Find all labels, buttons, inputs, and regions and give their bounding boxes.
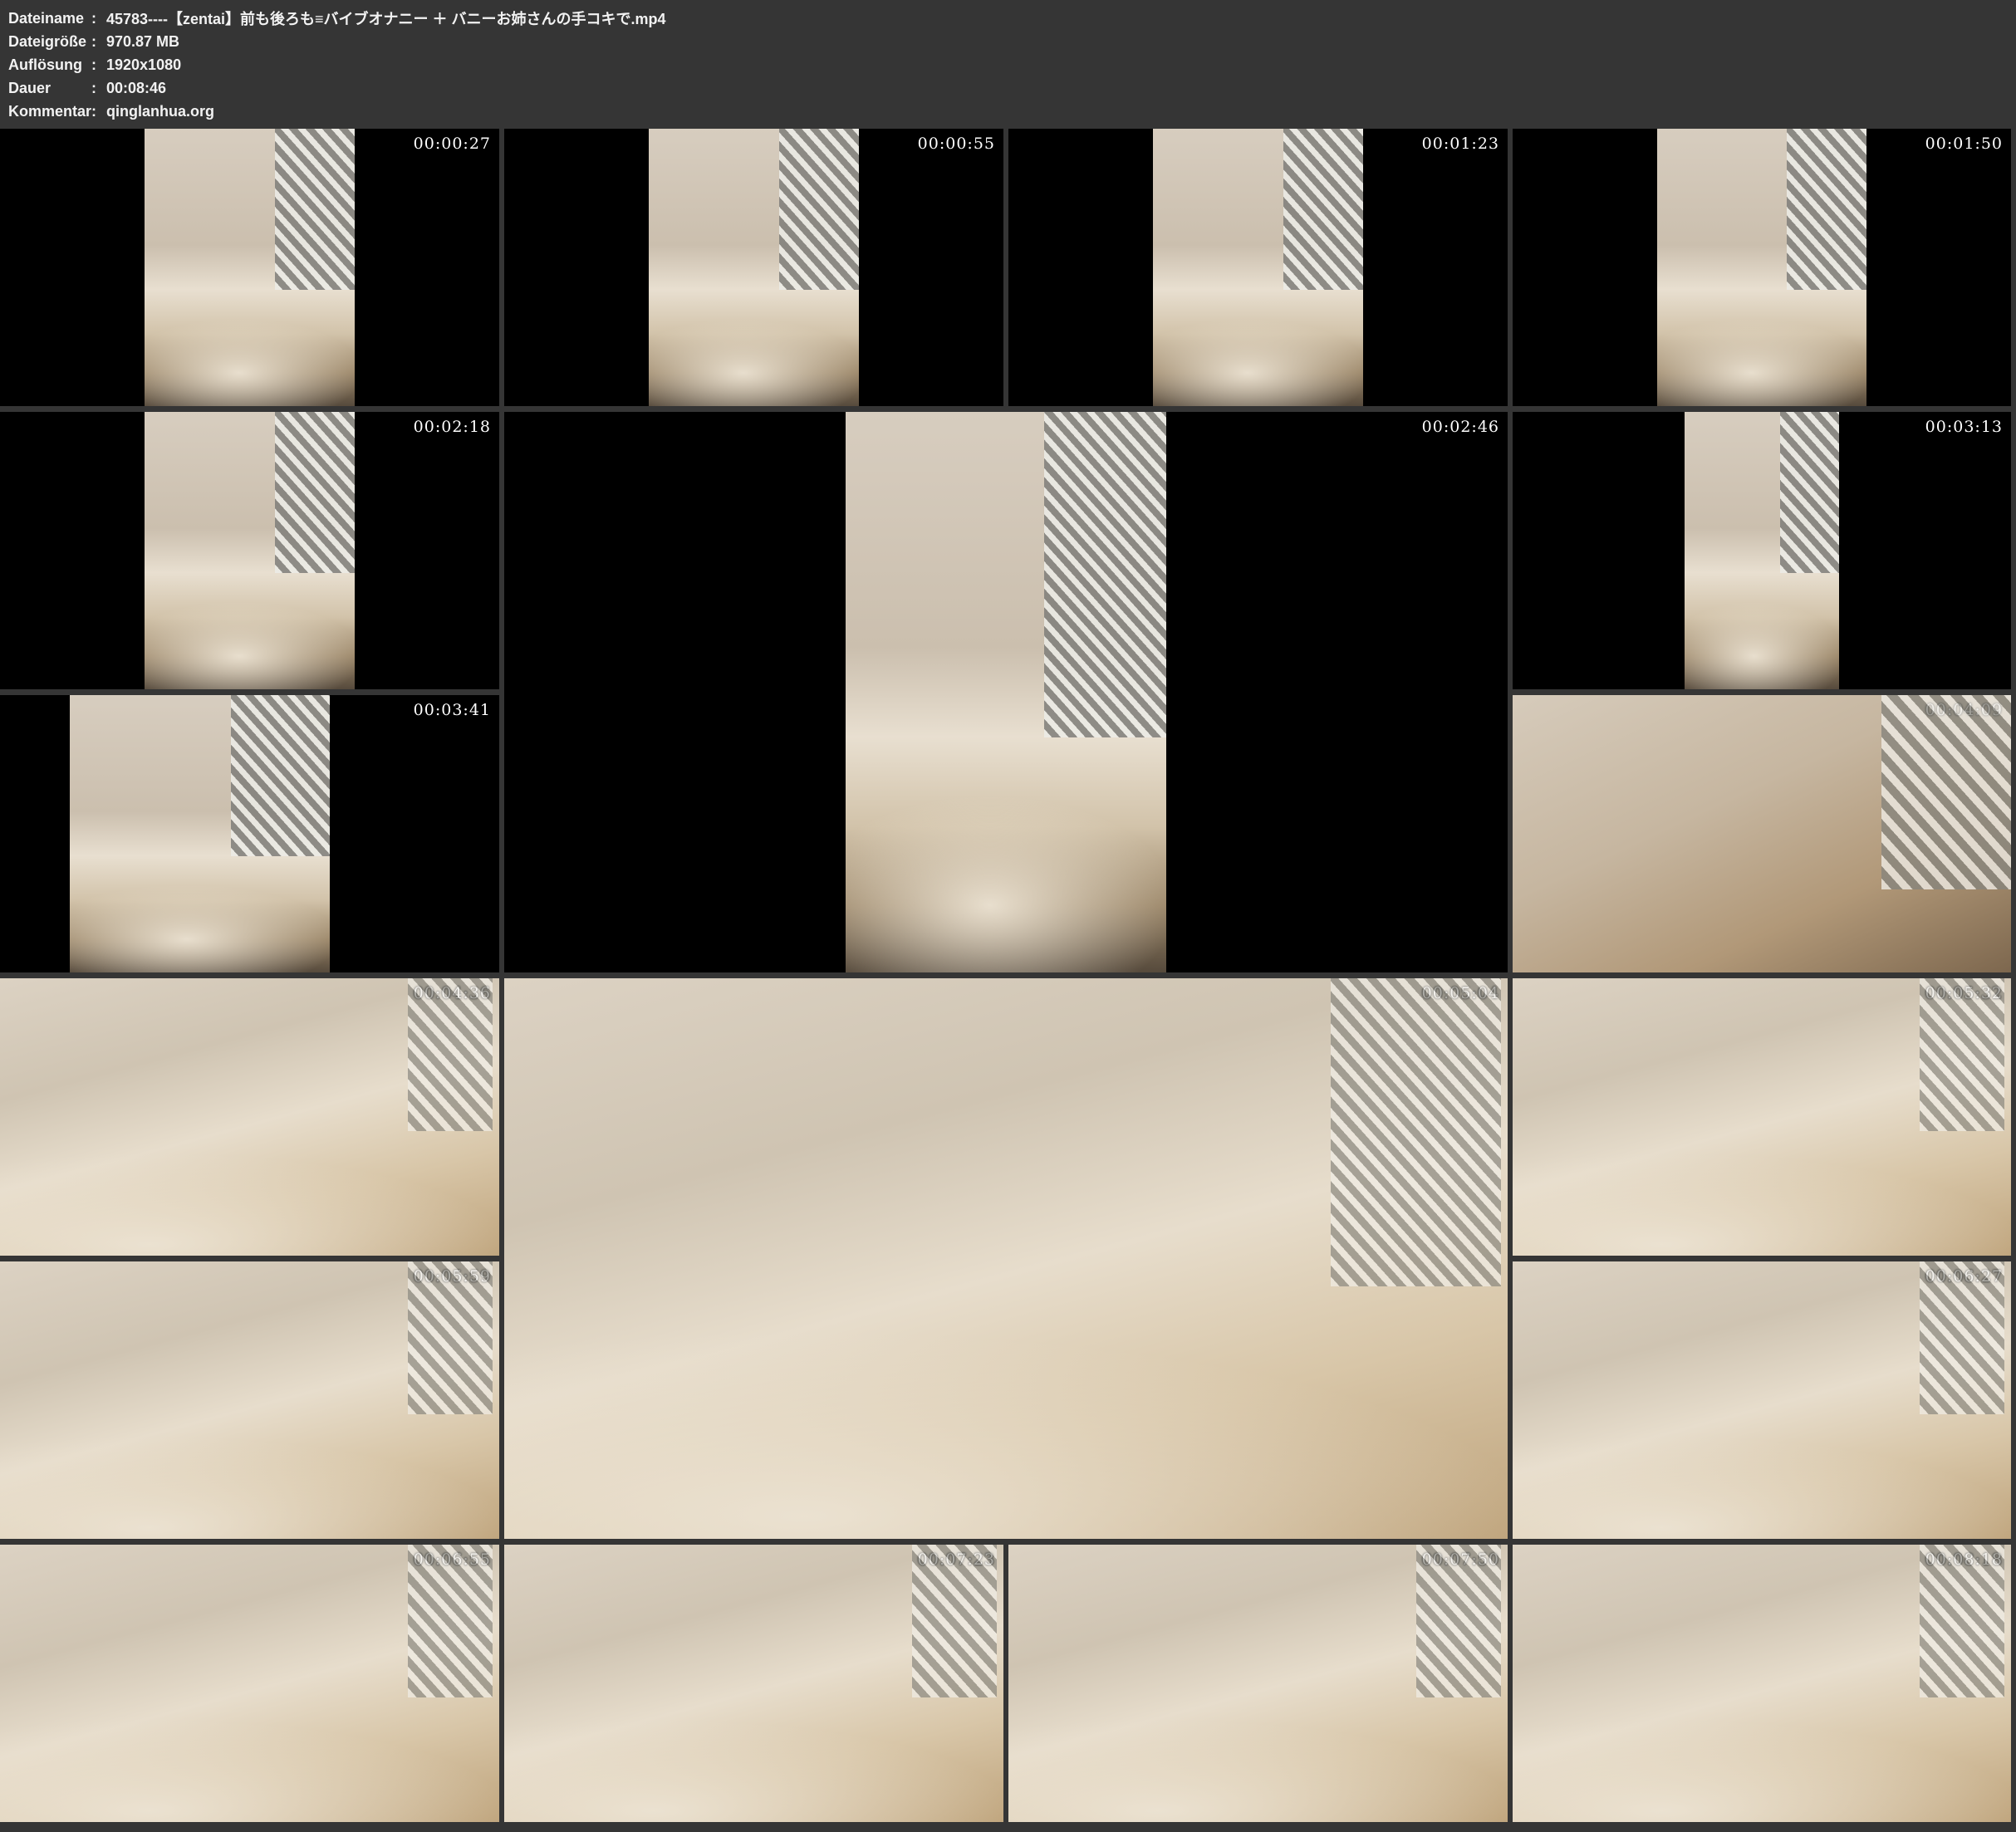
- video-thumbnail: 00:06:55: [0, 1545, 499, 1822]
- timestamp-overlay: 00:05:59: [414, 1267, 491, 1286]
- file-info-row: Kommentar : qinglanhua.org: [8, 100, 666, 123]
- timestamp-overlay: 00:08:18: [1925, 1550, 2003, 1569]
- file-info-row: Dateigröße : 970.87 MB: [8, 30, 666, 53]
- timestamp-overlay: 00:07:50: [1422, 1550, 1499, 1569]
- info-separator: :: [91, 10, 106, 27]
- info-label: Dauer: [8, 80, 91, 97]
- info-label: Auflösung: [8, 56, 91, 74]
- file-info-header: Dateiname : 45783----【zentai】前も後ろも≡バイブオナ…: [8, 7, 666, 123]
- info-value-comment: qinglanhua.org: [106, 103, 214, 120]
- video-thumbnail: 00:05:59: [0, 1261, 499, 1539]
- video-thumbnail-large: 00:02:46: [504, 412, 1508, 972]
- video-thumbnail: 00:02:18: [0, 412, 499, 689]
- info-separator: :: [91, 80, 106, 97]
- thumbnail-frame: [1685, 412, 1839, 689]
- thumbnail-frame: [70, 695, 330, 972]
- file-info-row: Dauer : 00:08:46: [8, 76, 666, 100]
- timestamp-overlay: 00:06:27: [1925, 1267, 2003, 1286]
- info-label: Kommentar: [8, 103, 91, 120]
- video-thumbnail: 00:07:50: [1008, 1545, 1508, 1822]
- timestamp-overlay: 00:02:46: [1422, 418, 1499, 436]
- info-label: Dateiname: [8, 10, 91, 27]
- thumbnail-frame: [1657, 129, 1866, 406]
- video-thumbnail: 00:00:55: [504, 129, 1003, 406]
- timestamp-overlay: 00:01:50: [1925, 135, 2003, 153]
- info-value-filename: 45783----【zentai】前も後ろも≡バイブオナニー ＋ バニーお姉さん…: [106, 7, 666, 29]
- video-thumbnail-large: 00:05:04: [504, 978, 1508, 1539]
- timestamp-overlay: 00:07:23: [918, 1550, 995, 1569]
- info-value-resolution: 1920x1080: [106, 56, 181, 74]
- video-thumbnail: 00:05:32: [1513, 978, 2011, 1256]
- timestamp-overlay: 00:00:27: [414, 135, 491, 153]
- video-thumbnail: 00:08:18: [1513, 1545, 2011, 1822]
- timestamp-overlay: 00:04:36: [414, 984, 491, 1002]
- video-thumbnail: 00:04:09: [1513, 695, 2011, 972]
- thumbnail-frame: [145, 129, 354, 406]
- info-separator: :: [91, 56, 106, 74]
- timestamp-overlay: 00:01:23: [1422, 135, 1499, 153]
- file-info-row: Dateiname : 45783----【zentai】前も後ろも≡バイブオナ…: [8, 7, 666, 30]
- timestamp-overlay: 00:03:41: [414, 701, 491, 719]
- thumbnail-frame: [846, 412, 1167, 972]
- thumbnail-frame: [145, 412, 354, 689]
- video-thumbnail: 00:01:23: [1008, 129, 1508, 406]
- video-thumbnail: 00:00:27: [0, 129, 499, 406]
- video-thumbnail: 00:03:41: [0, 695, 499, 972]
- timestamp-overlay: 00:05:32: [1925, 984, 2003, 1002]
- timestamp-overlay: 00:05:04: [1422, 984, 1499, 1002]
- info-value-filesize: 970.87 MB: [106, 33, 179, 51]
- timestamp-overlay: 00:03:13: [1925, 418, 2003, 436]
- info-separator: :: [91, 103, 106, 120]
- video-thumbnail: 00:07:23: [504, 1545, 1003, 1822]
- timestamp-overlay: 00:02:18: [414, 418, 491, 436]
- file-info-row: Auflösung : 1920x1080: [8, 53, 666, 76]
- info-label: Dateigröße: [8, 33, 91, 51]
- thumbnail-frame: [649, 129, 858, 406]
- timestamp-overlay: 00:06:55: [414, 1550, 491, 1569]
- info-separator: :: [91, 33, 106, 51]
- thumbnail-frame: [1153, 129, 1362, 406]
- video-thumbnail: 00:06:27: [1513, 1261, 2011, 1539]
- video-thumbnail: 00:03:13: [1513, 412, 2011, 689]
- video-contact-sheet: Dateiname : 45783----【zentai】前も後ろも≡バイブオナ…: [0, 0, 2016, 1832]
- video-thumbnail: 00:01:50: [1513, 129, 2011, 406]
- timestamp-overlay: 00:04:09: [1925, 701, 2003, 719]
- info-value-duration: 00:08:46: [106, 80, 166, 97]
- video-thumbnail: 00:04:36: [0, 978, 499, 1256]
- timestamp-overlay: 00:00:55: [918, 135, 995, 153]
